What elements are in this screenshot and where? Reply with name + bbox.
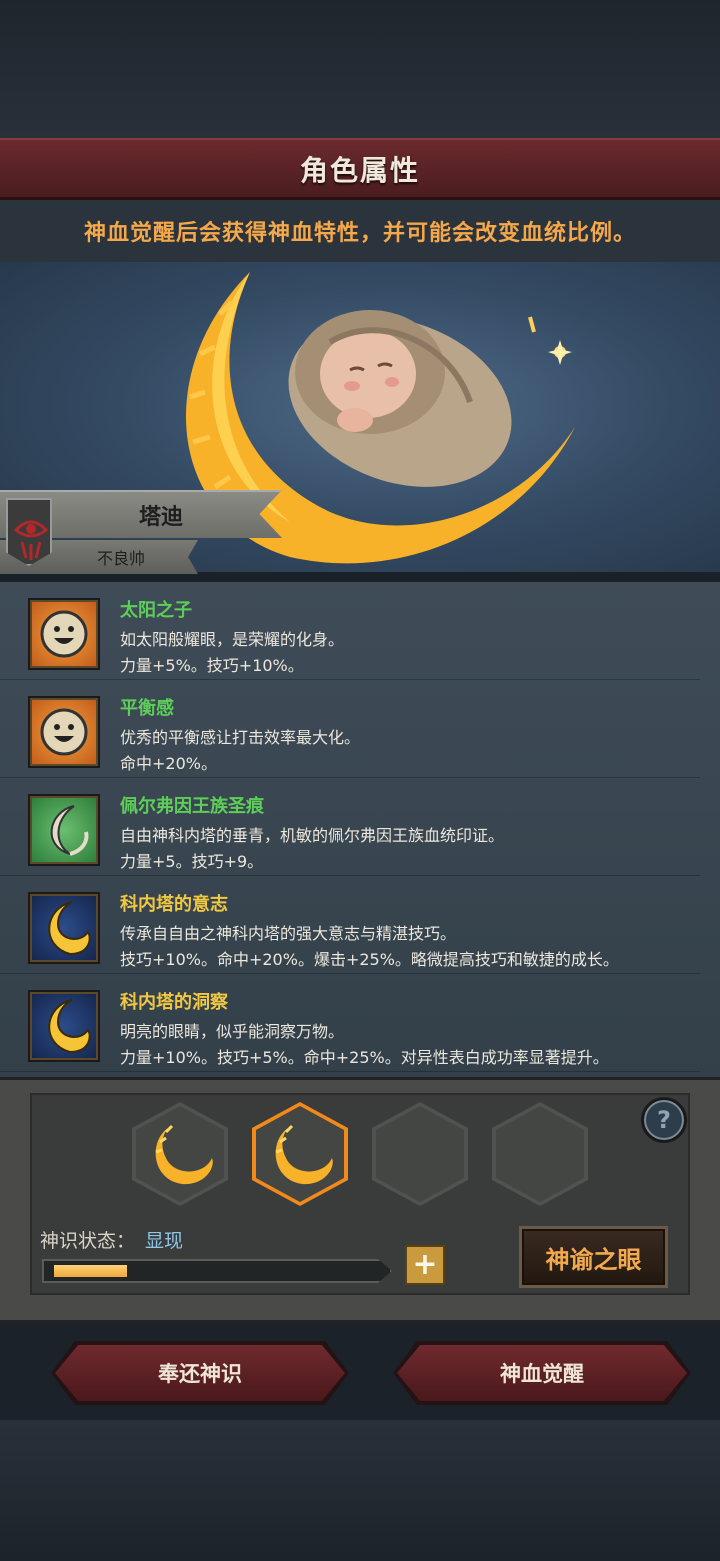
divine-status-value: 显现 (145, 1230, 184, 1252)
help-button[interactable]: ? (641, 1097, 687, 1143)
golden-moon-icon (28, 990, 100, 1062)
golden-moon-icon (28, 892, 100, 964)
trait-name: 科内塔的意志 (120, 894, 228, 915)
character-title: 不良帅 (96, 549, 145, 568)
page-title: 角色属性 (299, 153, 420, 187)
awakening-hint: 神血觉醒后会获得神血特性，并可能会改变血统比例。 (83, 221, 636, 246)
trait-description: 优秀的平衡感让打击效率最大化。 (120, 728, 361, 747)
trait-stats: 力量+5%。技巧+10%。 (120, 656, 304, 675)
hint-bar: 神血觉醒后会获得神血特性，并可能会改变血统比例。 (0, 200, 720, 262)
character-name: 塔迪 (138, 505, 183, 530)
divine-progress-bar (42, 1259, 392, 1283)
bottom-background (0, 1420, 720, 1561)
trait-stats: 力量+5。技巧+9。 (120, 852, 264, 871)
trait-name: 佩尔弗因王族圣痕 (120, 796, 264, 817)
trait-row[interactable]: 太阳之子 如太阳般耀眼，是荣耀的化身。 力量+5%。技巧+10%。 (0, 582, 700, 680)
top-background (0, 0, 720, 140)
trait-description: 传承自自由之神科内塔的强大意志与精湛技巧。 (120, 924, 457, 943)
crescent-leaf-icon (28, 794, 100, 866)
trait-stats: 命中+20%。 (120, 754, 217, 773)
trait-row[interactable]: 科内塔的意志 传承自自由之神科内塔的强大意志与精湛技巧。 技巧+10%。命中+2… (0, 876, 700, 974)
header-bar: 角色属性 (0, 138, 720, 200)
trait-row[interactable]: 科内塔的洞察 明亮的眼睛，似乎能洞察万物。 力量+10%。技巧+5%。命中+25… (0, 974, 700, 1072)
divine-progress-fill (54, 1265, 127, 1277)
trait-row[interactable]: 佩尔弗因王族圣痕 自由神科内塔的垂青，机敏的佩尔弗因王族血统印证。 力量+5。技… (0, 778, 700, 876)
trait-stats: 技巧+10%。命中+20%。爆击+25%。略微提高技巧和敏捷的成长。 (120, 950, 619, 969)
add-progress-button[interactable]: + (405, 1245, 445, 1285)
divine-blood-awaken-label: 神血觉醒 (500, 1362, 584, 1386)
trait-name: 科内塔的洞察 (120, 992, 228, 1013)
oracle-eye-button[interactable]: 神谕之眼 (519, 1226, 668, 1288)
trait-name: 平衡感 (120, 698, 174, 719)
trait-description: 如太阳般耀眼，是荣耀的化身。 (120, 630, 345, 649)
oracle-eye-label: 神谕之眼 (545, 1245, 642, 1274)
trait-stats: 力量+10%。技巧+5%。命中+25%。对异性表白成功率显著提升。 (120, 1048, 609, 1067)
red-eye-crest-icon (6, 498, 52, 566)
divine-blood-awaken-button[interactable]: 神血觉醒 (397, 1345, 687, 1401)
smiley-sun-icon (28, 696, 100, 768)
return-divine-sense-button[interactable]: 奉还神识 (55, 1345, 345, 1401)
smiley-sun-icon (28, 598, 100, 670)
trait-name: 太阳之子 (120, 600, 192, 621)
trait-description: 明亮的眼睛，似乎能洞察万物。 (120, 1022, 345, 1041)
divine-status-label: 神识状态： (40, 1230, 136, 1252)
panel-separator (0, 1320, 720, 1326)
trait-row[interactable]: 平衡感 优秀的平衡感让打击效率最大化。 命中+20%。 (0, 680, 700, 778)
trait-list[interactable]: 太阳之子 如太阳般耀眼，是荣耀的化身。 力量+5%。技巧+10%。 平衡感 优秀… (0, 582, 720, 1077)
trait-description: 自由神科内塔的垂青，机敏的佩尔弗因王族血统印证。 (120, 826, 505, 845)
return-divine-sense-label: 奉还神识 (158, 1362, 242, 1386)
